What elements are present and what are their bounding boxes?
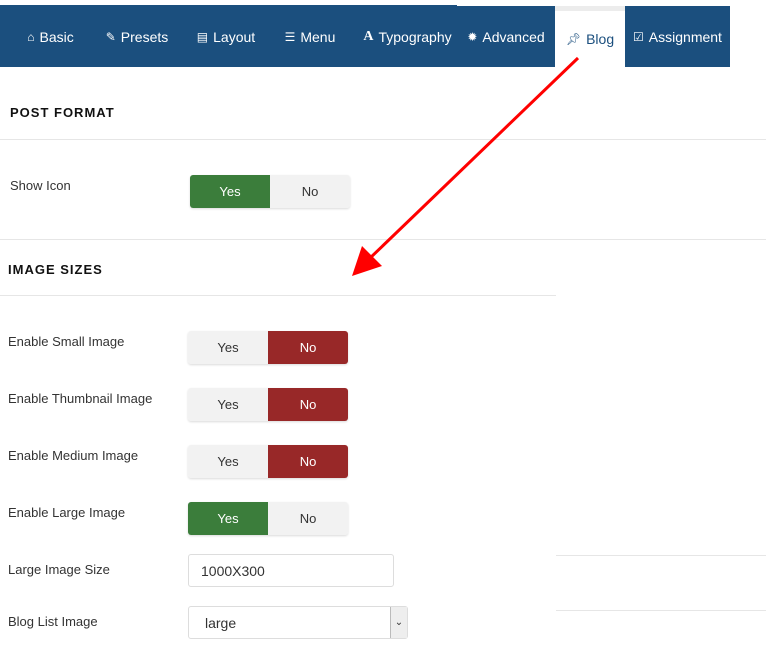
annotation-arrow (352, 56, 580, 276)
arrow-line (366, 56, 580, 262)
